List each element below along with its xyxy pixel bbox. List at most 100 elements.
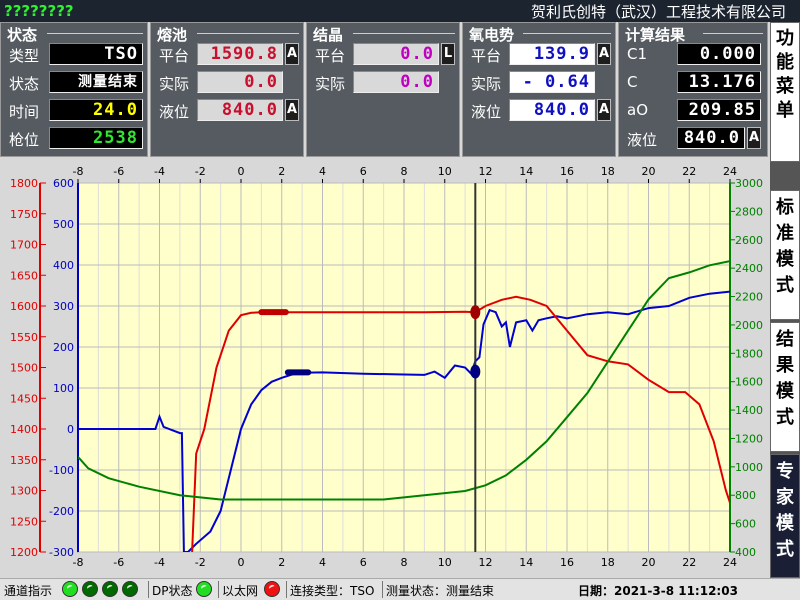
measurement-chart: -8 -8 -6 -6 -4 -4 -2 -2 0 0 2 2 4 4 6 6 8 8 10 10 12 12 14 14 16…	[0, 157, 770, 578]
x-tick-label-top: 8	[401, 165, 408, 178]
app-window: ???????? 贺利氏创特（武汉）工程技术有限公司 状态 类型 TSO 状态 …	[0, 0, 800, 600]
x-tick-label-bottom: 8	[401, 556, 408, 569]
crystal-panel-title: 结晶	[313, 26, 344, 44]
bath-plateau-label: 平台	[159, 47, 190, 65]
x-tick-label-top: 2	[278, 165, 285, 178]
x-tick-label-top: 12	[479, 165, 493, 178]
x-tick-label-bottom: 20	[642, 556, 656, 569]
emf-actual-label: 实际	[471, 75, 502, 93]
temp-axis-label: 1550	[10, 331, 38, 344]
emf-panel-title: 氧电势	[469, 26, 515, 44]
temp-axis-label: 1350	[10, 454, 38, 467]
standard-mode-label: 标准模式	[776, 197, 794, 296]
connection-type-text: 连接类型：TSO	[290, 584, 375, 598]
emf-level-label: 液位	[471, 103, 502, 121]
standard-mode-button[interactable]: 标准模式	[770, 190, 800, 320]
emf-plateau-label: 平台	[471, 47, 502, 65]
status-type-value: TSO	[49, 43, 143, 65]
calc-c-label: C	[627, 73, 638, 91]
level-axis-label: 800	[735, 489, 756, 502]
calc-level-value: 840.0	[677, 127, 745, 149]
channel-led-2-icon	[82, 581, 98, 597]
crystal-plateau-unit: L	[441, 43, 455, 65]
calc-c1-label: C1	[627, 45, 648, 63]
emf-plateau-unit: A	[597, 43, 611, 65]
channel-led-4-icon	[122, 581, 138, 597]
calc-c1-value: 0.000	[677, 43, 761, 65]
x-tick-label-bottom: 16	[560, 556, 574, 569]
emf-actual-value: - 0.64	[509, 71, 595, 93]
result-mode-button[interactable]: 结果模式	[770, 322, 800, 452]
x-tick-label-bottom: -2	[195, 556, 206, 569]
function-menu-button[interactable]: 功能菜单	[770, 22, 800, 162]
emf-axis-label: 200	[53, 341, 74, 354]
expert-mode-button[interactable]: 专家模式	[770, 454, 800, 578]
level-axis-label: 1400	[735, 404, 763, 417]
level-axis-label: 1600	[735, 376, 763, 389]
level-axis-label: 2400	[735, 262, 763, 275]
level-axis-label: 400	[735, 546, 756, 559]
calc-panel: 计算结果 C1 0.000 C 13.176 aO 209.85 液位 840.…	[618, 22, 768, 157]
level-axis-label: 2200	[735, 291, 763, 304]
x-tick-label-bottom: -6	[113, 556, 124, 569]
emf-axis-label: 300	[53, 300, 74, 313]
status-state-value: 测量结束	[49, 71, 143, 93]
emf-plateau-value: 139.9	[509, 43, 595, 65]
status-panel-title: 状态	[7, 26, 38, 44]
title-bar: ???????? 贺利氏创特（武汉）工程技术有限公司	[0, 0, 800, 22]
x-tick-label-top: 10	[438, 165, 452, 178]
status-type-label: 类型	[9, 47, 40, 65]
calc-level-unit: A	[747, 127, 761, 149]
emf-level-unit: A	[597, 99, 611, 121]
calc-ao-value: 209.85	[677, 99, 761, 121]
date-time-text: 日期：2021-3-8 11:12:03	[578, 584, 738, 598]
bath-level-label: 液位	[159, 103, 190, 121]
x-tick-label-top: 6	[360, 165, 367, 178]
bath-plateau-unit: A	[285, 43, 299, 65]
ethernet-label: 以太网	[222, 584, 259, 598]
bath-level-value: 840.0	[197, 99, 283, 121]
chart-svg: -8-8-6-6-4-4-2-2002244668810101212141416…	[10, 165, 763, 569]
emf-level-value: 840.0	[509, 99, 595, 121]
emf-axis-label: 500	[53, 218, 74, 231]
x-tick-label-top: -4	[154, 165, 165, 178]
level-axis-label: 2000	[735, 319, 763, 332]
emf-axis-label: -300	[49, 546, 74, 559]
temp-axis-label: 1700	[10, 239, 38, 252]
x-tick-label-top: -8	[73, 165, 84, 178]
x-tick-label-bottom: 6	[360, 556, 367, 569]
company-name: 贺利氏创特（武汉）工程技术有限公司	[530, 3, 786, 21]
measurement-state-text: 测量状态：测量结束	[386, 584, 495, 598]
temp-axis-label: 1750	[10, 208, 38, 221]
status-panel: 状态 类型 TSO 状态 测量结束 时间 24.0 枪位 2538	[0, 22, 148, 157]
calc-ao-label: aO	[627, 101, 648, 119]
emf-axis-label: 600	[53, 177, 74, 190]
bath-level-unit: A	[285, 99, 299, 121]
x-tick-label-top: -6	[113, 165, 124, 178]
level-axis-label: 2800	[735, 205, 763, 218]
status-time-value: 24.0	[49, 99, 143, 121]
x-tick-label-bottom: 0	[238, 556, 245, 569]
emf-axis-label: 0	[67, 423, 74, 436]
x-tick-label-bottom: -8	[73, 556, 84, 569]
emf-axis-label: -200	[49, 505, 74, 518]
temp-axis-label: 1600	[10, 300, 38, 313]
x-tick-label-bottom: 22	[682, 556, 696, 569]
emf-axis-label: 100	[53, 382, 74, 395]
ethernet-led-icon	[264, 581, 280, 597]
emf-axis-label: 400	[53, 259, 74, 272]
bath-plateau-value: 1590.8	[197, 43, 283, 65]
crystal-actual-value: 0.0	[353, 71, 439, 93]
emf-panel: 氧电势 平台 139.9 A 实际 - 0.64 液位 840.0 A	[462, 22, 616, 157]
calc-panel-title: 计算结果	[625, 26, 686, 44]
x-tick-label-top: 16	[560, 165, 574, 178]
crystal-panel: 结晶 平台 0.0 L 实际 0.0	[306, 22, 460, 157]
bath-panel-title: 熔池	[157, 26, 188, 44]
dp-status-label: DP状态	[152, 584, 193, 598]
temp-axis-label: 1400	[10, 423, 38, 436]
temp-axis-label: 1650	[10, 269, 38, 282]
cursor-marker-dot	[470, 305, 481, 320]
x-tick-label-top: 4	[319, 165, 326, 178]
x-tick-label-bottom: 4	[319, 556, 326, 569]
level-axis-label: 1200	[735, 432, 763, 445]
